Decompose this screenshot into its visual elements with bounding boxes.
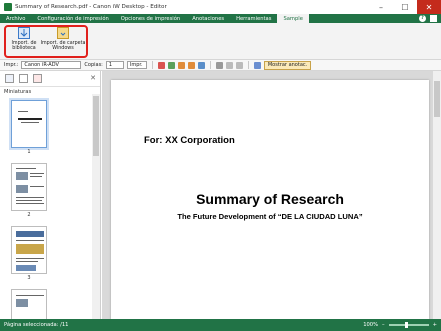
help-icon[interactable]: ? — [419, 15, 426, 22]
ribbon-panel: Import. de biblioteca Import. de carpeta… — [0, 23, 441, 60]
close-button[interactable]: ✕ — [417, 0, 441, 14]
comments-tab-icon[interactable] — [19, 74, 28, 83]
printer-label: Impr.: — [4, 62, 19, 68]
import-library-button[interactable]: Import. de biblioteca — [10, 27, 38, 52]
close-pane-icon[interactable]: ✕ — [90, 74, 96, 82]
document-title: Summary of Research — [196, 191, 344, 207]
copies-label: Copias: — [84, 62, 103, 68]
app-logo-icon — [4, 3, 12, 11]
viewer-scrollbar[interactable] — [433, 71, 441, 319]
thumbnail-pane: ✕ Miniaturas 1 2 3 — [0, 71, 101, 319]
redo-icon[interactable] — [187, 61, 195, 69]
toolbar: Impr.: Canon iR-ADV Copias: 1 Impr. Most… — [0, 60, 441, 71]
thumbnail-page-3[interactable] — [11, 226, 47, 274]
thumbnail-page-4[interactable] — [11, 289, 47, 319]
tab-archivo[interactable]: Archivo — [0, 14, 31, 23]
zoom-control: 100% – + — [363, 319, 437, 331]
show-annotations-toggle[interactable]: Mostrar anotac. — [263, 60, 312, 70]
check-icon[interactable] — [167, 61, 175, 69]
pane-header: ✕ — [0, 71, 100, 87]
cut-icon[interactable] — [215, 61, 223, 69]
print-button[interactable]: Impr. — [126, 61, 147, 69]
tab-tools[interactable]: Herramientas — [230, 14, 277, 23]
selected-page-status: Página seleccionada: /11 — [4, 322, 69, 328]
bookmark-tab-icon[interactable] — [33, 74, 42, 83]
scrollbar-thumb[interactable] — [434, 81, 440, 117]
document-viewer[interactable]: For: XX Corporation Summary of Research … — [102, 71, 441, 319]
title-bar: Summary of Research.pdf - Canon iW Deskt… — [0, 0, 441, 14]
zoom-slider-knob[interactable] — [404, 322, 408, 328]
delete-icon[interactable] — [157, 61, 165, 69]
tab-sample[interactable]: Sample — [277, 14, 309, 23]
zoom-value: 100% — [363, 322, 379, 328]
thumbnail-number: 1 — [27, 149, 31, 155]
document-subtitle: The Future Development of “DE LA CIUDAD … — [177, 212, 363, 221]
minimize-button[interactable]: – — [369, 0, 393, 14]
thumbnail-scrollbar[interactable] — [92, 94, 100, 319]
tab-print-options[interactable]: Opciones de impresión — [115, 14, 186, 23]
zoom-in-button[interactable]: + — [433, 322, 437, 328]
divider — [209, 61, 211, 69]
ribbon-collapse-icon[interactable] — [430, 15, 437, 22]
import-library-label: Import. de biblioteca — [11, 41, 37, 52]
copy-icon[interactable] — [225, 61, 233, 69]
tab-print-settings[interactable]: Configuración de impresión — [31, 14, 114, 23]
zoom-out-button[interactable]: – — [382, 322, 385, 328]
thumbnail-page-2[interactable] — [11, 163, 47, 211]
thumbnails-tab-icon[interactable] — [5, 74, 14, 83]
zoom-slider[interactable] — [388, 322, 429, 328]
window-controls: – ☐ ✕ — [369, 0, 441, 14]
stamp-icon[interactable] — [253, 61, 261, 69]
thumbnail-number: 3 — [27, 275, 31, 281]
scrollbar-thumb[interactable] — [93, 96, 99, 156]
printer-select[interactable]: Canon iR-ADV — [21, 61, 82, 69]
import-windows-folder-button[interactable]: Import. de carpeta Windows — [40, 27, 86, 52]
import-folder-label: Import. de carpeta Windows — [40, 41, 86, 52]
divider — [247, 61, 249, 69]
import-folder-icon — [57, 27, 69, 39]
ribbon-tabs: Archivo Configuración de impresión Opcio… — [0, 14, 441, 23]
thumbnail-number: 2 — [27, 212, 31, 218]
copies-input[interactable]: 1 — [105, 61, 124, 69]
document-page: For: XX Corporation Summary of Research … — [111, 80, 429, 319]
import-library-icon — [18, 27, 30, 39]
paste-icon[interactable] — [235, 61, 243, 69]
undo-icon[interactable] — [177, 61, 185, 69]
thumbnail-list: 1 2 3 — [0, 94, 92, 319]
rotate-icon[interactable] — [197, 61, 205, 69]
window-title: Summary of Research.pdf - Canon iW Deskt… — [15, 4, 167, 10]
thumbnail-page-1[interactable] — [11, 100, 47, 148]
divider — [151, 61, 153, 69]
maximize-button[interactable]: ☐ — [393, 0, 417, 14]
status-bar: Página seleccionada: /11 100% – + — [0, 319, 441, 331]
tab-annotations[interactable]: Anotaciones — [186, 14, 230, 23]
for-line: For: XX Corporation — [144, 135, 235, 146]
